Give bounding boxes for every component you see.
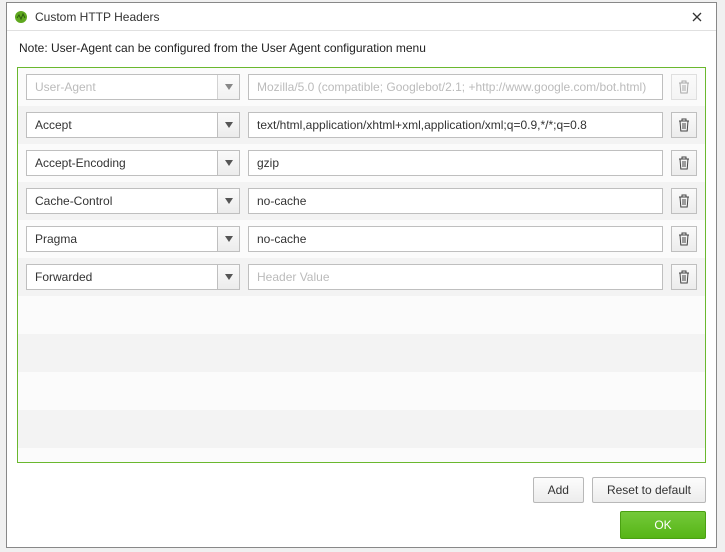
chevron-down-icon bbox=[225, 274, 233, 280]
note-text: Note: User-Agent can be configured from … bbox=[7, 31, 716, 63]
chevron-down-icon bbox=[225, 198, 233, 204]
combo-dropdown-button[interactable] bbox=[217, 151, 239, 175]
header-value-input[interactable] bbox=[248, 112, 663, 138]
reset-button[interactable]: Reset to default bbox=[592, 477, 706, 503]
footer: Add Reset to default OK bbox=[7, 471, 716, 547]
header-name-combo[interactable]: Accept bbox=[26, 112, 240, 138]
chevron-down-icon bbox=[225, 160, 233, 166]
add-button[interactable]: Add bbox=[533, 477, 584, 503]
header-row: Cache-Control bbox=[18, 182, 705, 220]
header-value-input[interactable] bbox=[248, 264, 663, 290]
trash-icon bbox=[678, 194, 690, 208]
chevron-down-icon bbox=[225, 236, 233, 242]
trash-icon bbox=[678, 232, 690, 246]
chevron-down-icon bbox=[225, 84, 233, 90]
trash-icon bbox=[678, 270, 690, 284]
combo-dropdown-button bbox=[217, 75, 239, 99]
header-row: User-Agent bbox=[18, 68, 705, 106]
app-icon bbox=[13, 9, 29, 25]
chevron-down-icon bbox=[225, 122, 233, 128]
dialog-window: Custom HTTP Headers Note: User-Agent can… bbox=[6, 2, 717, 548]
headers-grid: User-Agent Accept Accept-Encoding Cache-Con… bbox=[17, 67, 706, 463]
header-name-value: Cache-Control bbox=[27, 189, 217, 213]
header-name-value: User-Agent bbox=[27, 75, 217, 99]
close-icon bbox=[692, 12, 702, 22]
header-name-value: Accept bbox=[27, 113, 217, 137]
header-name-combo[interactable]: Accept-Encoding bbox=[26, 150, 240, 176]
window-title: Custom HTTP Headers bbox=[35, 10, 684, 24]
header-name-combo[interactable]: Cache-Control bbox=[26, 188, 240, 214]
header-name-value: Pragma bbox=[27, 227, 217, 251]
header-value-input bbox=[248, 74, 663, 100]
header-value-input[interactable] bbox=[248, 226, 663, 252]
combo-dropdown-button[interactable] bbox=[217, 227, 239, 251]
trash-icon bbox=[678, 80, 690, 94]
header-name-value: Accept-Encoding bbox=[27, 151, 217, 175]
combo-dropdown-button[interactable] bbox=[217, 189, 239, 213]
header-row: Forwarded bbox=[18, 258, 705, 296]
header-value-input[interactable] bbox=[248, 188, 663, 214]
combo-dropdown-button[interactable] bbox=[217, 113, 239, 137]
delete-button[interactable] bbox=[671, 188, 697, 214]
delete-button[interactable] bbox=[671, 264, 697, 290]
header-value-input[interactable] bbox=[248, 150, 663, 176]
trash-icon bbox=[678, 156, 690, 170]
delete-button bbox=[671, 74, 697, 100]
close-button[interactable] bbox=[684, 6, 710, 28]
delete-button[interactable] bbox=[671, 226, 697, 252]
ok-button[interactable]: OK bbox=[620, 511, 706, 539]
header-row: Pragma bbox=[18, 220, 705, 258]
delete-button[interactable] bbox=[671, 150, 697, 176]
header-name-value: Forwarded bbox=[27, 265, 217, 289]
combo-dropdown-button[interactable] bbox=[217, 265, 239, 289]
delete-button[interactable] bbox=[671, 112, 697, 138]
header-name-combo[interactable]: Pragma bbox=[26, 226, 240, 252]
header-row: Accept-Encoding bbox=[18, 144, 705, 182]
header-row: Accept bbox=[18, 106, 705, 144]
grid-filler bbox=[18, 296, 705, 462]
trash-icon bbox=[678, 118, 690, 132]
titlebar: Custom HTTP Headers bbox=[7, 3, 716, 31]
header-name-combo: User-Agent bbox=[26, 74, 240, 100]
header-name-combo[interactable]: Forwarded bbox=[26, 264, 240, 290]
